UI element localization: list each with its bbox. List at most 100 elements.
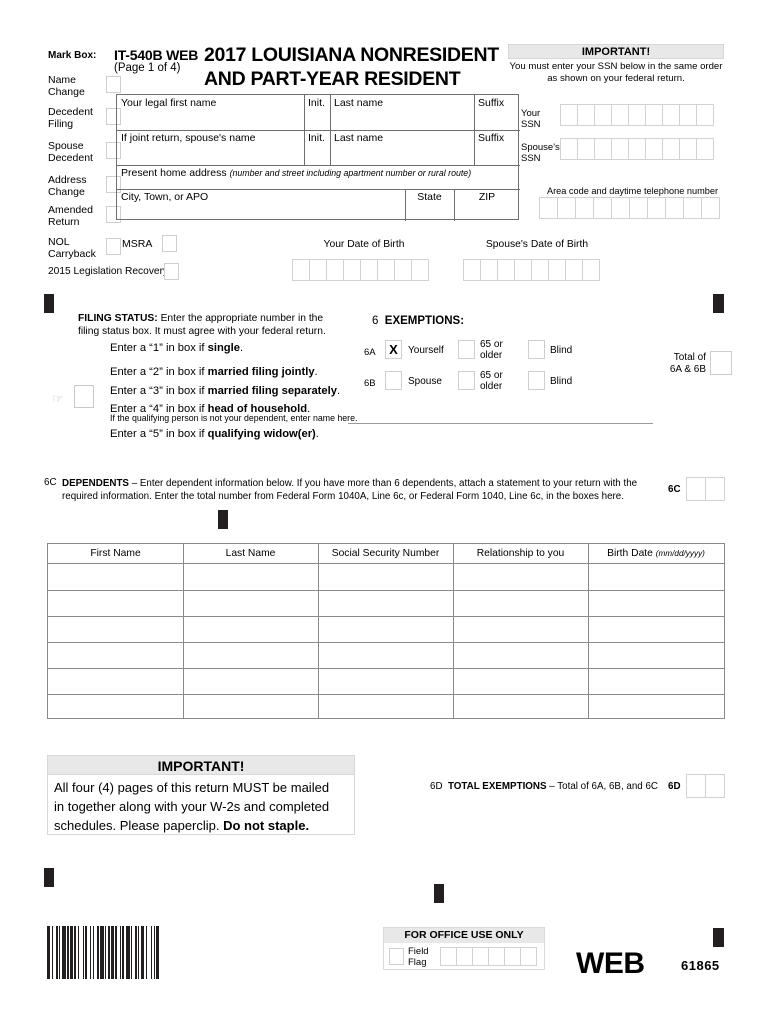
exemptions-total-input[interactable] <box>710 351 732 375</box>
field-flag-checkbox[interactable] <box>389 948 404 965</box>
city-input[interactable] <box>118 203 398 221</box>
your-ssn-cell-4[interactable] <box>611 104 629 126</box>
mark-box-amended-return-label-2: Return <box>48 216 80 228</box>
phone-cell-9[interactable] <box>683 197 702 219</box>
label-suffix-2: Suffix <box>478 132 505 144</box>
spouse-ssn-input[interactable] <box>560 138 714 160</box>
office-use-cell-4[interactable] <box>488 947 505 966</box>
your-dob-cell-8[interactable] <box>411 259 429 281</box>
office-use-cell-3[interactable] <box>472 947 489 966</box>
exemption-blind-self-checkbox[interactable] <box>528 340 545 359</box>
table-row[interactable] <box>48 694 724 719</box>
spouse-dob-cell-6[interactable] <box>548 259 566 281</box>
exemption-yourself-checkbox[interactable]: X <box>385 340 402 359</box>
your-dob-input[interactable] <box>292 259 429 281</box>
msra-checkbox[interactable] <box>162 235 177 252</box>
your-dob-cell-5[interactable] <box>360 259 378 281</box>
first-name-input[interactable] <box>118 106 184 132</box>
exemption-65-older-self-label-2: older <box>480 350 503 361</box>
your-dob-cell-3[interactable] <box>326 259 344 281</box>
office-use-cell-2[interactable] <box>456 947 473 966</box>
filing-status-input[interactable] <box>74 385 94 408</box>
total-exemptions-cell-2[interactable] <box>705 774 725 798</box>
registration-mark-top-right <box>713 294 724 313</box>
your-ssn-cell-7[interactable] <box>662 104 680 126</box>
your-ssn-label: Your SSN <box>521 108 541 130</box>
spouse-ssn-cell-4[interactable] <box>611 138 629 160</box>
spouse-dob-cell-1[interactable] <box>463 259 481 281</box>
legislation-recovery-checkbox[interactable] <box>164 263 179 280</box>
phone-cell-4[interactable] <box>593 197 612 219</box>
your-dob-cell-7[interactable] <box>394 259 412 281</box>
spouse-dob-cell-2[interactable] <box>480 259 498 281</box>
phone-cell-5[interactable] <box>611 197 630 219</box>
spouse-ssn-cell-8[interactable] <box>679 138 697 160</box>
office-use-cell-1[interactable] <box>440 947 457 966</box>
spouse-name-input[interactable] <box>118 142 184 168</box>
dependents-count-input[interactable] <box>686 477 725 501</box>
your-dob-cell-1[interactable] <box>292 259 310 281</box>
dependents-count-cell-1[interactable] <box>686 477 706 501</box>
table-row[interactable] <box>48 590 724 616</box>
address-input[interactable] <box>118 178 508 198</box>
filing-status-option-5: Enter a “5” in box if qualifying widow(e… <box>110 428 319 440</box>
exemption-65-older-spouse-label: 65 or older <box>480 370 503 392</box>
last-name-input[interactable] <box>306 106 446 132</box>
table-row[interactable] <box>48 564 724 590</box>
mark-box-nol-carryback-checkbox[interactable] <box>106 238 121 255</box>
exemption-code-6b: 6B <box>364 378 376 389</box>
your-ssn-cell-1[interactable] <box>560 104 578 126</box>
spouse-ssn-cell-7[interactable] <box>662 138 680 160</box>
total-exemptions-input[interactable] <box>686 774 725 798</box>
office-use-input[interactable] <box>440 947 537 966</box>
table-row[interactable] <box>48 616 724 642</box>
exemption-65-older-self-checkbox[interactable] <box>458 340 475 359</box>
your-ssn-input[interactable] <box>560 104 714 126</box>
spouse-ssn-cell-5[interactable] <box>628 138 646 160</box>
spouse-dob-input[interactable] <box>463 259 600 281</box>
spouse-ssn-cell-6[interactable] <box>645 138 663 160</box>
your-dob-cell-6[interactable] <box>377 259 395 281</box>
total-exemptions-cell-1[interactable] <box>686 774 706 798</box>
your-ssn-cell-8[interactable] <box>679 104 697 126</box>
phone-cell-6[interactable] <box>629 197 648 219</box>
exemption-blind-spouse-checkbox[interactable] <box>528 371 545 390</box>
spouse-dob-cell-3[interactable] <box>497 259 515 281</box>
mark-box-name-change-checkbox[interactable] <box>106 76 121 93</box>
your-ssn-cell-5[interactable] <box>628 104 646 126</box>
office-use-cell-6[interactable] <box>520 947 537 966</box>
exemption-spouse-checkbox[interactable] <box>385 371 402 390</box>
page-title: 2017 LOUISIANA NONRESIDENT AND PART-YEAR… <box>204 43 499 91</box>
exemption-65-older-spouse-checkbox[interactable] <box>458 371 475 390</box>
your-dob-cell-2[interactable] <box>309 259 327 281</box>
spouse-dob-cell-5[interactable] <box>531 259 549 281</box>
qualifying-person-name-input[interactable] <box>348 423 653 424</box>
your-ssn-cell-2[interactable] <box>577 104 595 126</box>
phone-input[interactable] <box>539 197 720 219</box>
phone-cell-10[interactable] <box>701 197 720 219</box>
mark-box-name-change-label-1: Name <box>48 74 77 86</box>
exemption-65-older-spouse-label-1: 65 or <box>480 370 503 381</box>
phone-cell-1[interactable] <box>539 197 558 219</box>
spouse-ssn-cell-2[interactable] <box>577 138 595 160</box>
dependents-count-cell-2[interactable] <box>705 477 725 501</box>
phone-cell-8[interactable] <box>665 197 684 219</box>
table-row[interactable] <box>48 668 724 694</box>
spouse-dob-cell-4[interactable] <box>514 259 532 281</box>
label-suffix-1: Suffix <box>478 97 505 109</box>
phone-cell-3[interactable] <box>575 197 594 219</box>
your-ssn-cell-6[interactable] <box>645 104 663 126</box>
spouse-dob-cell-8[interactable] <box>582 259 600 281</box>
phone-cell-7[interactable] <box>647 197 666 219</box>
your-dob-cell-4[interactable] <box>343 259 361 281</box>
your-ssn-cell-3[interactable] <box>594 104 612 126</box>
spouse-ssn-cell-3[interactable] <box>594 138 612 160</box>
phone-cell-2[interactable] <box>557 197 576 219</box>
spouse-dob-cell-7[interactable] <box>565 259 583 281</box>
office-use-cell-5[interactable] <box>504 947 521 966</box>
spouse-ssn-cell-9[interactable] <box>696 138 714 160</box>
spouse-ssn-cell-1[interactable] <box>560 138 578 160</box>
spouse-dob-label: Spouse's Date of Birth <box>485 239 589 250</box>
your-ssn-cell-9[interactable] <box>696 104 714 126</box>
table-row[interactable] <box>48 642 724 668</box>
